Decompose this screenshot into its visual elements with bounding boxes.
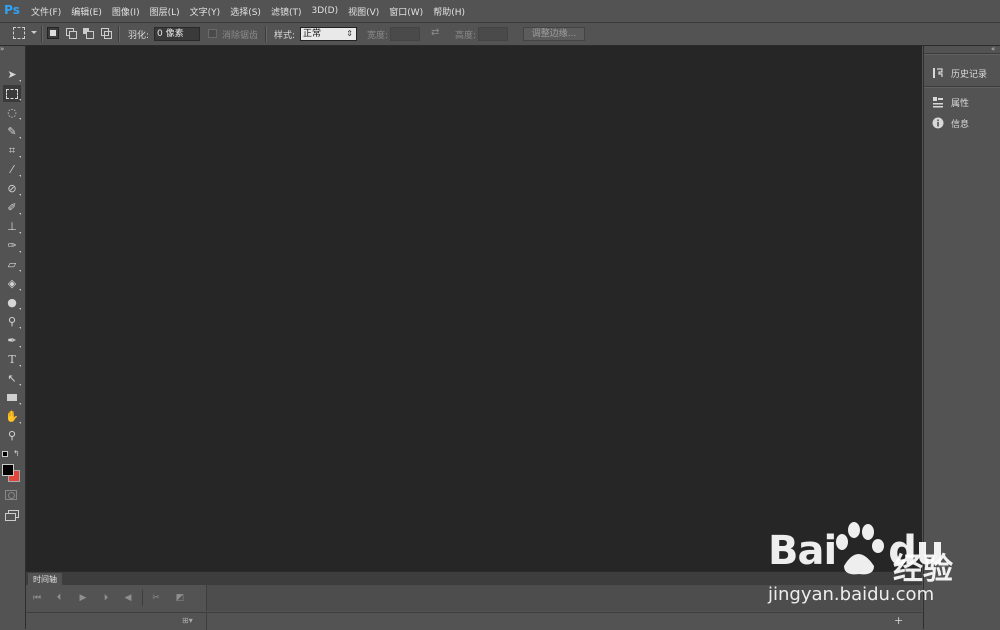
crop-tool-icon[interactable]: ⌗ xyxy=(3,142,21,159)
dodge-tool-icon[interactable]: ⚲ xyxy=(3,313,21,330)
audio-icon[interactable]: ◀ xyxy=(122,592,134,604)
menu-file[interactable]: 文件(F) xyxy=(26,5,66,18)
swap-colors-icon[interactable]: ↰ xyxy=(13,449,20,458)
spot-healing-brush-tool-icon[interactable]: ⊘ xyxy=(3,180,21,197)
preset-dropdown-arrow-icon[interactable] xyxy=(31,31,37,34)
style-select-value: 正常 xyxy=(303,29,322,39)
clone-stamp-tool-icon[interactable]: ⊥ xyxy=(3,218,21,235)
add-to-selection-icon[interactable] xyxy=(65,27,77,39)
feather-label: 羽化: xyxy=(128,31,150,41)
add-track-icon[interactable]: + xyxy=(894,614,903,627)
menu-help[interactable]: 帮助(H) xyxy=(428,5,470,18)
default-colors-icon[interactable] xyxy=(2,451,8,457)
info-label: 信息 xyxy=(951,119,970,130)
eyedropper-tool-icon[interactable]: ⁄ xyxy=(3,161,21,178)
width-input[interactable] xyxy=(390,27,420,41)
menu-edit[interactable]: 编辑(E) xyxy=(66,5,107,18)
info-panel-button[interactable]: 信息 xyxy=(932,115,969,131)
separator xyxy=(142,590,143,606)
watermark-brand-bai: Bai xyxy=(768,528,837,574)
separator xyxy=(41,26,43,42)
split-at-playhead-icon[interactable]: ✂ xyxy=(150,592,162,604)
info-icon xyxy=(932,117,944,129)
baidu-paw-icon xyxy=(836,522,884,575)
menu-image[interactable]: 图像(I) xyxy=(107,5,145,18)
history-label: 历史记录 xyxy=(951,69,988,80)
type-tool-icon[interactable]: T xyxy=(3,351,21,368)
antialias-checkbox[interactable] xyxy=(208,29,217,38)
antialias-label: 消除锯齿 xyxy=(222,31,259,41)
play-icon[interactable]: ▶ xyxy=(77,592,89,604)
quick-mask-icon[interactable] xyxy=(5,490,17,500)
subtract-from-selection-icon[interactable] xyxy=(82,27,94,39)
refine-edge-button[interactable]: 调整边缘... xyxy=(523,27,585,41)
separator xyxy=(118,26,120,42)
menu-select[interactable]: 选择(S) xyxy=(225,5,266,18)
go-to-first-frame-icon[interactable]: ⏮ xyxy=(31,592,43,604)
new-selection-icon[interactable] xyxy=(47,27,59,39)
select-arrows-icon: ⇕ xyxy=(346,29,353,38)
menu-type[interactable]: 文字(Y) xyxy=(185,5,226,18)
baidu-jingyan-watermark: Bai du 经验 jingyan.baidu.com xyxy=(768,520,993,612)
menu-3d[interactable]: 3D(D) xyxy=(306,6,343,16)
hand-tool-icon[interactable]: ✋ xyxy=(3,408,21,425)
timeline-lower-bar: ⊞▾ + xyxy=(26,612,922,630)
watermark-jingyan: 经验 xyxy=(893,552,953,587)
path-selection-tool-icon[interactable]: ↖ xyxy=(3,370,21,387)
document-canvas-area[interactable] xyxy=(26,46,922,571)
feather-input[interactable]: 0 像素 xyxy=(154,27,200,41)
style-select[interactable]: 正常 ⇕ xyxy=(300,27,357,41)
separator xyxy=(265,26,267,42)
width-label: 宽度: xyxy=(367,31,389,41)
history-brush-tool-icon[interactable]: ✑ xyxy=(3,237,21,254)
foreground-color-swatch[interactable] xyxy=(2,464,14,476)
rectangle-tool-icon[interactable] xyxy=(3,389,21,406)
menu-layer[interactable]: 图层(L) xyxy=(145,5,185,18)
move-tool-icon[interactable]: ➤ xyxy=(3,66,21,83)
height-label: 高度: xyxy=(455,31,477,41)
separator xyxy=(924,86,1000,88)
brush-tool-icon[interactable]: ✐ xyxy=(3,199,21,216)
separator xyxy=(206,613,207,630)
properties-label: 属性 xyxy=(951,98,970,109)
lasso-tool-icon[interactable]: ◌ xyxy=(3,104,21,121)
swap-dimensions-icon[interactable]: ⇄ xyxy=(431,27,439,38)
collapse-grip-icon[interactable]: » xyxy=(0,46,25,53)
menu-window[interactable]: 窗口(W) xyxy=(384,5,428,18)
eraser-tool-icon[interactable]: ▱ xyxy=(3,256,21,273)
menu-filter[interactable]: 滤镜(T) xyxy=(266,5,307,18)
properties-panel-button[interactable]: 属性 xyxy=(932,94,969,110)
watermark-url: jingyan.baidu.com xyxy=(768,584,935,605)
rectangular-marquee-tool-icon[interactable] xyxy=(3,85,21,102)
zoom-tool-icon[interactable]: ⚲ xyxy=(3,427,21,444)
blur-tool-icon[interactable]: ● xyxy=(3,294,21,311)
pen-tool-icon[interactable]: ✒ xyxy=(3,332,21,349)
height-input[interactable] xyxy=(478,27,508,41)
history-panel-button[interactable]: 历史记录 xyxy=(932,65,987,81)
menu-bar: Ps 文件(F) 编辑(E) 图像(I) 图层(L) 文字(Y) 选择(S) 滤… xyxy=(0,0,1000,23)
properties-icon xyxy=(932,96,944,108)
tools-panel: » ➤ ◌ ✎ ⌗ ⁄ ⊘ ✐ ⊥ ✑ ▱ ◈ ● ⚲ ✒ T ↖ ✋ ⚲ ↰ xyxy=(0,46,26,629)
style-label: 样式: xyxy=(274,31,296,41)
screen-mode-icon[interactable] xyxy=(5,510,19,521)
menu-items: 文件(F) 编辑(E) 图像(I) 图层(L) 文字(Y) 选择(S) 滤镜(T… xyxy=(26,0,470,22)
quick-selection-tool-icon[interactable]: ✎ xyxy=(3,123,21,140)
history-icon xyxy=(932,67,944,79)
separator xyxy=(924,53,1000,55)
film-icon[interactable]: ⊞▾ xyxy=(182,616,193,625)
next-frame-icon[interactable]: ⏵ xyxy=(100,592,112,604)
marquee-tool-preset-icon[interactable] xyxy=(13,27,25,39)
menu-view[interactable]: 视图(V) xyxy=(343,5,384,18)
app-logo: Ps xyxy=(4,3,20,17)
paint-bucket-tool-icon[interactable]: ◈ xyxy=(3,275,21,292)
options-bar: 羽化: 0 像素 消除锯齿 样式: 正常 ⇕ 宽度: ⇄ 高度: 调整边缘... xyxy=(0,23,1000,46)
intersect-selection-icon[interactable] xyxy=(100,27,112,39)
previous-frame-icon[interactable]: ⏴ xyxy=(53,592,65,604)
timeline-controls: ⏮ ⏴ ▶ ⏵ ◀ ✂ ◩ xyxy=(26,585,207,611)
dock-collapse-grip-icon[interactable]: « xyxy=(991,46,997,53)
transition-icon[interactable]: ◩ xyxy=(174,592,186,604)
